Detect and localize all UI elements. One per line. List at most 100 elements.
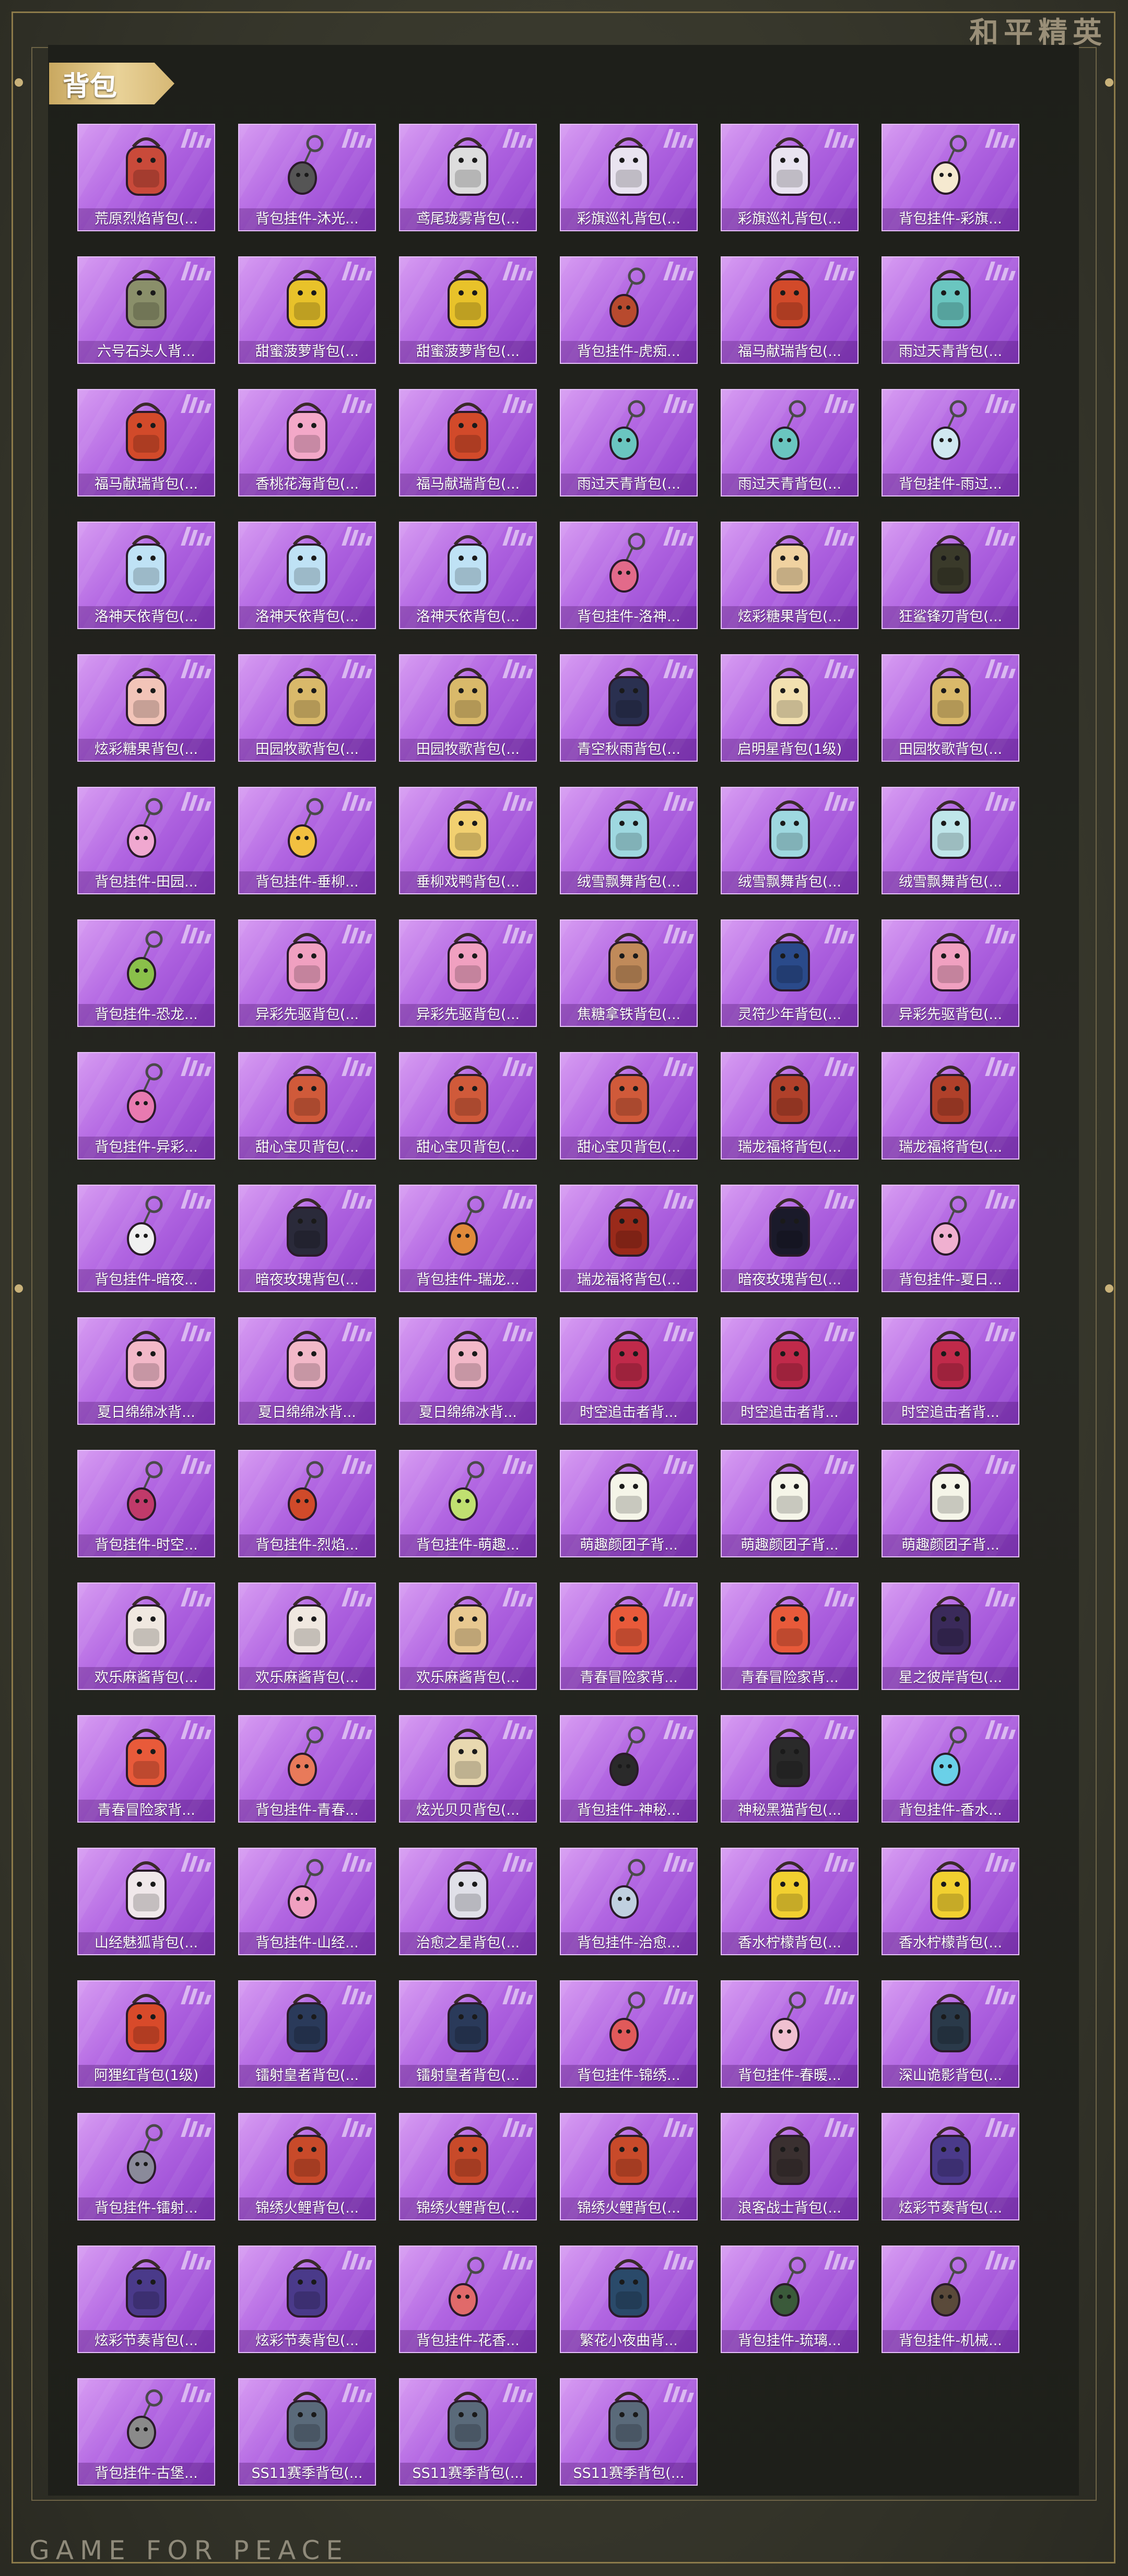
inventory-item-card[interactable]: 雨过天青背包(... (721, 389, 859, 497)
inventory-item-card[interactable]: 焦糖拿铁背包(... (560, 919, 698, 1027)
inventory-item-card[interactable]: 背包挂件-田园... (77, 787, 215, 894)
inventory-item-card[interactable]: 炫彩糖果背包(... (77, 654, 215, 762)
inventory-item-card[interactable]: 异彩先驱背包(... (238, 919, 376, 1027)
inventory-item-card[interactable]: 青春冒险家背... (560, 1582, 698, 1690)
inventory-item-card[interactable]: 欢乐麻酱背包(... (77, 1582, 215, 1690)
inventory-item-card[interactable]: 神秘黑猫背包(... (721, 1715, 859, 1823)
inventory-item-card[interactable]: 狂鲨锋刃背包(... (882, 522, 1019, 629)
inventory-item-card[interactable]: 背包挂件-山经... (238, 1848, 376, 1955)
inventory-item-card[interactable]: 绒雪飘舞背包(... (721, 787, 859, 894)
inventory-item-card[interactable]: 异彩先驱背包(... (882, 919, 1019, 1027)
inventory-item-card[interactable]: 彩旗巡礼背包(... (721, 124, 859, 231)
inventory-item-card[interactable]: 镭射皇者背包(... (399, 1980, 537, 2088)
inventory-item-card[interactable]: 香桃花海背包(... (238, 389, 376, 497)
inventory-item-card[interactable]: 田园牧歌背包(... (399, 654, 537, 762)
inventory-item-card[interactable]: SS11赛季背包(... (560, 2378, 698, 2486)
inventory-item-card[interactable]: 洛神天依背包(... (399, 522, 537, 629)
inventory-item-card[interactable]: 福马献瑞背包(... (721, 256, 859, 364)
inventory-item-card[interactable]: 夏日绵绵冰背... (399, 1317, 537, 1425)
inventory-item-card[interactable]: 灵符少年背包(... (721, 919, 859, 1027)
inventory-item-card[interactable]: 欢乐麻酱背包(... (399, 1582, 537, 1690)
inventory-item-card[interactable]: 甜蜜菠萝背包(... (399, 256, 537, 364)
inventory-item-card[interactable]: 时空追击者背... (882, 1317, 1019, 1425)
inventory-item-card[interactable]: 炫彩节奏背包(... (77, 2246, 215, 2353)
inventory-item-card[interactable]: 暗夜玫瑰背包(... (238, 1185, 376, 1292)
inventory-item-card[interactable]: 时空追击者背... (721, 1317, 859, 1425)
inventory-item-card[interactable]: 异彩先驱背包(... (399, 919, 537, 1027)
inventory-item-card[interactable]: 背包挂件-香水... (882, 1715, 1019, 1823)
inventory-item-card[interactable]: 阿狸红背包(1级) (77, 1980, 215, 2088)
inventory-item-card[interactable]: 深山诡影背包(... (882, 1980, 1019, 2088)
inventory-item-card[interactable]: 雨过天青背包(... (882, 256, 1019, 364)
inventory-item-card[interactable]: 背包挂件-锦绣... (560, 1980, 698, 2088)
inventory-item-card[interactable]: 甜心宝贝背包(... (238, 1052, 376, 1160)
inventory-item-card[interactable]: 青春冒险家背... (77, 1715, 215, 1823)
inventory-item-card[interactable]: 背包挂件-古堡... (77, 2378, 215, 2486)
inventory-item-card[interactable]: 夏日绵绵冰背... (77, 1317, 215, 1425)
inventory-item-card[interactable]: 背包挂件-洛神... (560, 522, 698, 629)
inventory-item-card[interactable]: 香水柠檬背包(... (882, 1848, 1019, 1955)
inventory-item-card[interactable]: 雨过天青背包(... (560, 389, 698, 497)
inventory-item-card[interactable]: 背包挂件-恐龙... (77, 919, 215, 1027)
inventory-item-card[interactable]: 田园牧歌背包(... (238, 654, 376, 762)
inventory-item-card[interactable]: 背包挂件-沐光... (238, 124, 376, 231)
inventory-item-card[interactable]: 治愈之星背包(... (399, 1848, 537, 1955)
inventory-item-card[interactable]: 甜蜜菠萝背包(... (238, 256, 376, 364)
inventory-item-card[interactable]: 欢乐麻酱背包(... (238, 1582, 376, 1690)
inventory-item-card[interactable]: 福马献瑞背包(... (399, 389, 537, 497)
inventory-item-card[interactable]: 背包挂件-神秘... (560, 1715, 698, 1823)
inventory-item-card[interactable]: 绒雪飘舞背包(... (882, 787, 1019, 894)
inventory-item-card[interactable]: 炫彩节奏背包(... (882, 2113, 1019, 2220)
inventory-item-card[interactable]: 背包挂件-机械... (882, 2246, 1019, 2353)
inventory-item-card[interactable]: 背包挂件-夏日... (882, 1185, 1019, 1292)
inventory-item-card[interactable]: 背包挂件-春暖... (721, 1980, 859, 2088)
inventory-item-card[interactable]: 萌趣颜团子背... (560, 1450, 698, 1557)
inventory-item-card[interactable]: 甜心宝贝背包(... (399, 1052, 537, 1160)
inventory-item-card[interactable]: 绒雪飘舞背包(... (560, 787, 698, 894)
inventory-item-card[interactable]: 背包挂件-垂柳... (238, 787, 376, 894)
inventory-item-card[interactable]: 山经魅狐背包(... (77, 1848, 215, 1955)
inventory-item-card[interactable]: 背包挂件-雨过... (882, 389, 1019, 497)
inventory-item-card[interactable]: 香水柠檬背包(... (721, 1848, 859, 1955)
inventory-item-card[interactable]: 洛神天依背包(... (238, 522, 376, 629)
inventory-item-card[interactable]: 炫光贝贝背包(... (399, 1715, 537, 1823)
inventory-item-card[interactable]: 繁花小夜曲背... (560, 2246, 698, 2353)
inventory-item-card[interactable]: 背包挂件-萌趣... (399, 1450, 537, 1557)
inventory-item-card[interactable]: 锦绣火鲤背包(... (399, 2113, 537, 2220)
inventory-item-card[interactable]: 田园牧歌背包(... (882, 654, 1019, 762)
inventory-item-card[interactable]: 萌趣颜团子背... (721, 1450, 859, 1557)
inventory-item-card[interactable]: 背包挂件-时空... (77, 1450, 215, 1557)
inventory-item-card[interactable]: 星之彼岸背包(... (882, 1582, 1019, 1690)
inventory-item-card[interactable]: 彩旗巡礼背包(... (560, 124, 698, 231)
inventory-item-card[interactable]: 瑞龙福将背包(... (882, 1052, 1019, 1160)
inventory-item-card[interactable]: 背包挂件-琉璃... (721, 2246, 859, 2353)
inventory-item-card[interactable]: 背包挂件-青春... (238, 1715, 376, 1823)
inventory-item-card[interactable]: 炫彩糖果背包(... (721, 522, 859, 629)
inventory-item-card[interactable]: 炫彩节奏背包(... (238, 2246, 376, 2353)
inventory-item-card[interactable]: 垂柳戏鸭背包(... (399, 787, 537, 894)
inventory-item-card[interactable]: 浪客战士背包(... (721, 2113, 859, 2220)
inventory-item-card[interactable]: 背包挂件-彩旗... (882, 124, 1019, 231)
inventory-item-card[interactable]: 六号石头人背... (77, 256, 215, 364)
inventory-item-card[interactable]: SS11赛季背包(... (238, 2378, 376, 2486)
inventory-item-card[interactable]: 背包挂件-虎痴... (560, 256, 698, 364)
inventory-item-card[interactable]: 福马献瑞背包(... (77, 389, 215, 497)
inventory-item-card[interactable]: 背包挂件-暗夜... (77, 1185, 215, 1292)
inventory-item-card[interactable]: 瑞龙福将背包(... (721, 1052, 859, 1160)
inventory-item-card[interactable]: 萌趣颜团子背... (882, 1450, 1019, 1557)
inventory-item-card[interactable]: 背包挂件-镭射... (77, 2113, 215, 2220)
inventory-item-card[interactable]: 青空秋雨背包(... (560, 654, 698, 762)
inventory-item-card[interactable]: 背包挂件-治愈... (560, 1848, 698, 1955)
inventory-item-card[interactable]: 背包挂件-瑞龙... (399, 1185, 537, 1292)
inventory-item-card[interactable]: 夏日绵绵冰背... (238, 1317, 376, 1425)
inventory-item-card[interactable]: 背包挂件-烈焰... (238, 1450, 376, 1557)
inventory-item-card[interactable]: 鸢尾珑雾背包(... (399, 124, 537, 231)
inventory-item-card[interactable]: 青春冒险家背... (721, 1582, 859, 1690)
inventory-item-card[interactable]: 锦绣火鲤背包(... (560, 2113, 698, 2220)
inventory-item-card[interactable]: 背包挂件-花香... (399, 2246, 537, 2353)
inventory-item-card[interactable]: 时空追击者背... (560, 1317, 698, 1425)
inventory-item-card[interactable]: 镭射皇者背包(... (238, 1980, 376, 2088)
inventory-item-card[interactable]: 锦绣火鲤背包(... (238, 2113, 376, 2220)
inventory-item-card[interactable]: 甜心宝贝背包(... (560, 1052, 698, 1160)
inventory-item-card[interactable]: SS11赛季背包(... (399, 2378, 537, 2486)
